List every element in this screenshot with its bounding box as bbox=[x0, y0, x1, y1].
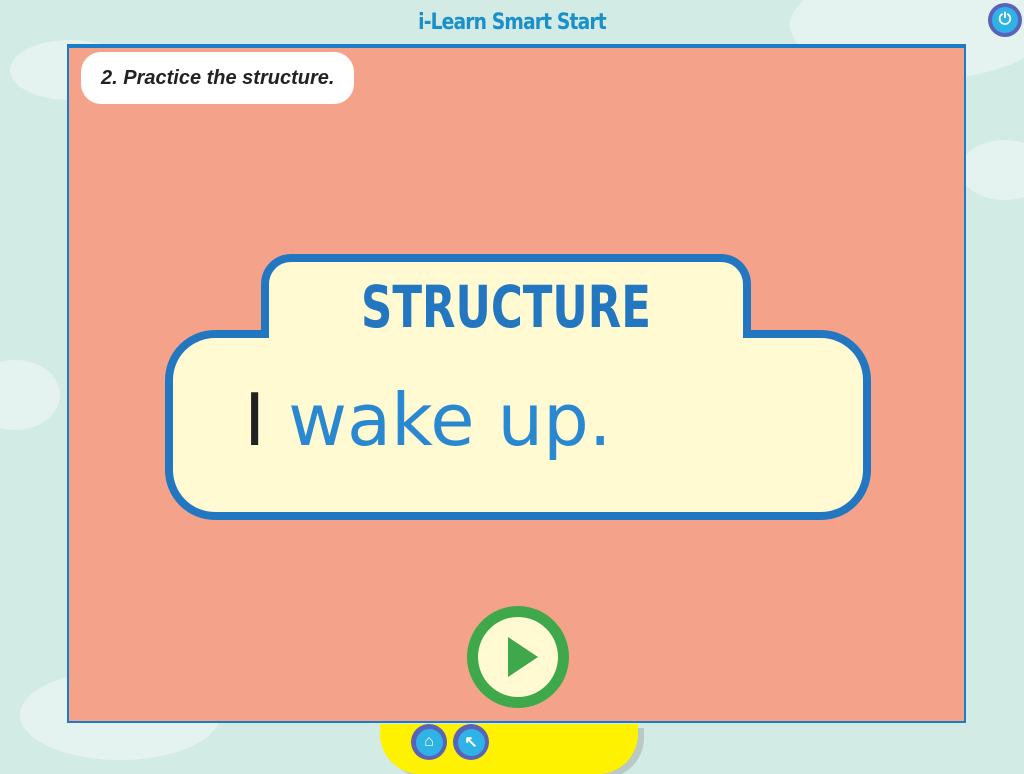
home-icon: ⌂ bbox=[415, 728, 443, 756]
back-button[interactable]: ↖ bbox=[453, 724, 489, 760]
sentence-rest: wake up. bbox=[265, 378, 612, 462]
play-icon bbox=[478, 617, 558, 697]
background-cloud bbox=[0, 360, 60, 430]
app-title: i-Learn Smart Start bbox=[418, 10, 607, 35]
play-button[interactable] bbox=[467, 606, 569, 708]
back-arrow-icon: ↖ bbox=[457, 728, 485, 756]
structure-sentence: I wake up. bbox=[244, 378, 612, 462]
power-button[interactable]: ⏻ bbox=[988, 3, 1022, 37]
power-icon: ⏻ bbox=[992, 7, 1018, 33]
sentence-subject: I bbox=[244, 378, 266, 462]
lesson-stage: 2. Practice the structure. STRUCTURE I w… bbox=[67, 44, 966, 723]
instruction-label: 2. Practice the structure. bbox=[81, 52, 355, 104]
structure-heading: STRUCTURE bbox=[361, 273, 651, 341]
home-button[interactable]: ⌂ bbox=[411, 724, 447, 760]
background-cloud bbox=[960, 140, 1024, 200]
